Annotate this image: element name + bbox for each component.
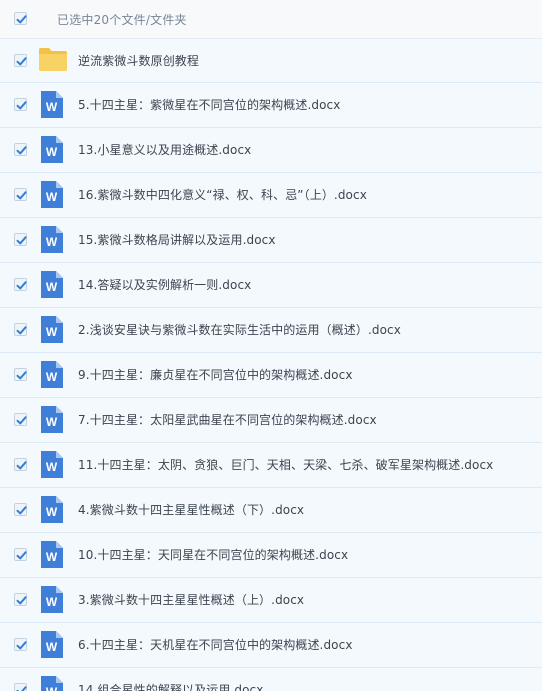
svg-text:W: W [46,370,58,384]
check-icon [16,371,27,380]
file-row[interactable]: W 13.小星意义以及用途概述.docx [0,128,542,173]
svg-text:W: W [46,235,58,249]
word-document-icon: W [41,226,63,253]
svg-text:W: W [46,640,58,654]
file-row[interactable]: W 11.十四主星：太阴、贪狼、巨门、天相、天梁、七杀、破军星架构概述.docx [0,443,542,488]
word-document-icon: W [41,451,63,478]
row-checkbox[interactable] [14,323,27,336]
row-checkbox[interactable] [14,638,27,651]
file-name[interactable]: 3.紫微斗数十四主星星性概述（上）.docx [78,591,304,608]
row-checkbox[interactable] [14,683,27,691]
row-checkbox[interactable] [14,188,27,201]
selection-summary: 已选中20个文件/文件夹 [57,13,187,27]
file-name[interactable]: 7.十四主星：太阳星武曲星在不同宫位的架构概述.docx [78,411,377,428]
file-name[interactable]: 6.十四主星：天机星在不同宫位中的架构概述.docx [78,636,353,653]
check-icon [16,506,27,515]
svg-text:W: W [46,325,58,339]
file-name[interactable]: 11.十四主星：太阴、贪狼、巨门、天相、天梁、七杀、破军星架构概述.docx [78,456,493,473]
file-list: 逆流紫微斗数原创教程 W 5.十四主星：紫微星在不同宫位的架构概述.docx W 13.… [0,38,542,691]
file-row[interactable]: W 3.紫微斗数十四主星星性概述（上）.docx [0,578,542,623]
selection-header: 已选中20个文件/文件夹 [0,0,542,38]
word-document-icon: W [41,406,63,433]
row-checkbox[interactable] [14,503,27,516]
check-icon [16,416,27,425]
svg-text:W: W [46,280,58,294]
file-row[interactable]: W 5.十四主星：紫微星在不同宫位的架构概述.docx [0,83,542,128]
file-row[interactable]: W 14.答疑以及实例解析一则.docx [0,263,542,308]
file-name[interactable]: 16.紫微斗数中四化意义“禄、权、科、忌”（上）.docx [78,186,367,203]
check-icon [16,15,27,24]
word-document-icon: W [41,631,63,658]
word-document-icon: W [41,91,63,118]
folder-row[interactable]: 逆流紫微斗数原创教程 [0,38,542,83]
svg-text:W: W [46,100,58,114]
word-document-icon: W [41,271,63,298]
file-name[interactable]: 9.十四主星：廉贞星在不同宫位中的架构概述.docx [78,366,353,383]
svg-text:W: W [46,460,58,474]
row-checkbox[interactable] [14,233,27,246]
word-document-icon: W [41,586,63,613]
file-name[interactable]: 14.答疑以及实例解析一则.docx [78,276,251,293]
select-all-checkbox[interactable] [14,12,27,25]
svg-text:W: W [46,685,58,691]
file-name[interactable]: 13.小星意义以及用途概述.docx [78,141,251,158]
file-row[interactable]: W 2.浅谈安星诀与紫微斗数在实际生活中的运用（概述）.docx [0,308,542,353]
row-checkbox[interactable] [14,98,27,111]
svg-text:W: W [46,550,58,564]
file-row[interactable]: W 6.十四主星：天机星在不同宫位中的架构概述.docx [0,623,542,668]
file-name[interactable]: 4.紫微斗数十四主星星性概述（下）.docx [78,501,304,518]
svg-text:W: W [46,595,58,609]
check-icon [16,461,27,470]
row-checkbox[interactable] [14,143,27,156]
check-icon [16,326,27,335]
word-document-icon: W [41,316,63,343]
svg-text:W: W [46,145,58,159]
svg-text:W: W [46,505,58,519]
svg-text:W: W [46,190,58,204]
file-row[interactable]: W 9.十四主星：廉贞星在不同宫位中的架构概述.docx [0,353,542,398]
file-name[interactable]: 2.浅谈安星诀与紫微斗数在实际生活中的运用（概述）.docx [78,321,401,338]
word-document-icon: W [41,676,63,691]
file-row[interactable]: W 10.十四主星：天同星在不同宫位的架构概述.docx [0,533,542,578]
row-checkbox[interactable] [14,368,27,381]
row-checkbox[interactable] [14,413,27,426]
file-row[interactable]: W 7.十四主星：太阳星武曲星在不同宫位的架构概述.docx [0,398,542,443]
check-icon [16,146,27,155]
word-document-icon: W [41,541,63,568]
word-document-icon: W [41,181,63,208]
check-icon [16,101,27,110]
file-name[interactable]: 14.组合星性的解释以及运用.docx [78,681,263,691]
word-document-icon: W [41,361,63,388]
check-icon [16,551,27,560]
folder-icon [39,48,67,71]
file-name[interactable]: 15.紫微斗数格局讲解以及运用.docx [78,231,276,248]
file-name[interactable]: 10.十四主星：天同星在不同宫位的架构概述.docx [78,546,348,563]
row-checkbox[interactable] [14,54,27,67]
check-icon [16,191,27,200]
file-name[interactable]: 5.十四主星：紫微星在不同宫位的架构概述.docx [78,96,340,113]
check-icon [16,596,27,605]
row-checkbox[interactable] [14,593,27,606]
word-document-icon: W [41,136,63,163]
row-checkbox[interactable] [14,458,27,471]
file-row[interactable]: W 16.紫微斗数中四化意义“禄、权、科、忌”（上）.docx [0,173,542,218]
file-name[interactable]: 逆流紫微斗数原创教程 [78,52,199,69]
check-icon [16,57,27,66]
word-document-icon: W [41,496,63,523]
check-icon [16,281,27,290]
row-checkbox[interactable] [14,278,27,291]
file-row[interactable]: W 15.紫微斗数格局讲解以及运用.docx [0,218,542,263]
check-icon [16,236,27,245]
row-checkbox[interactable] [14,548,27,561]
svg-text:W: W [46,415,58,429]
file-row[interactable]: W 4.紫微斗数十四主星星性概述（下）.docx [0,488,542,533]
check-icon [16,641,27,650]
